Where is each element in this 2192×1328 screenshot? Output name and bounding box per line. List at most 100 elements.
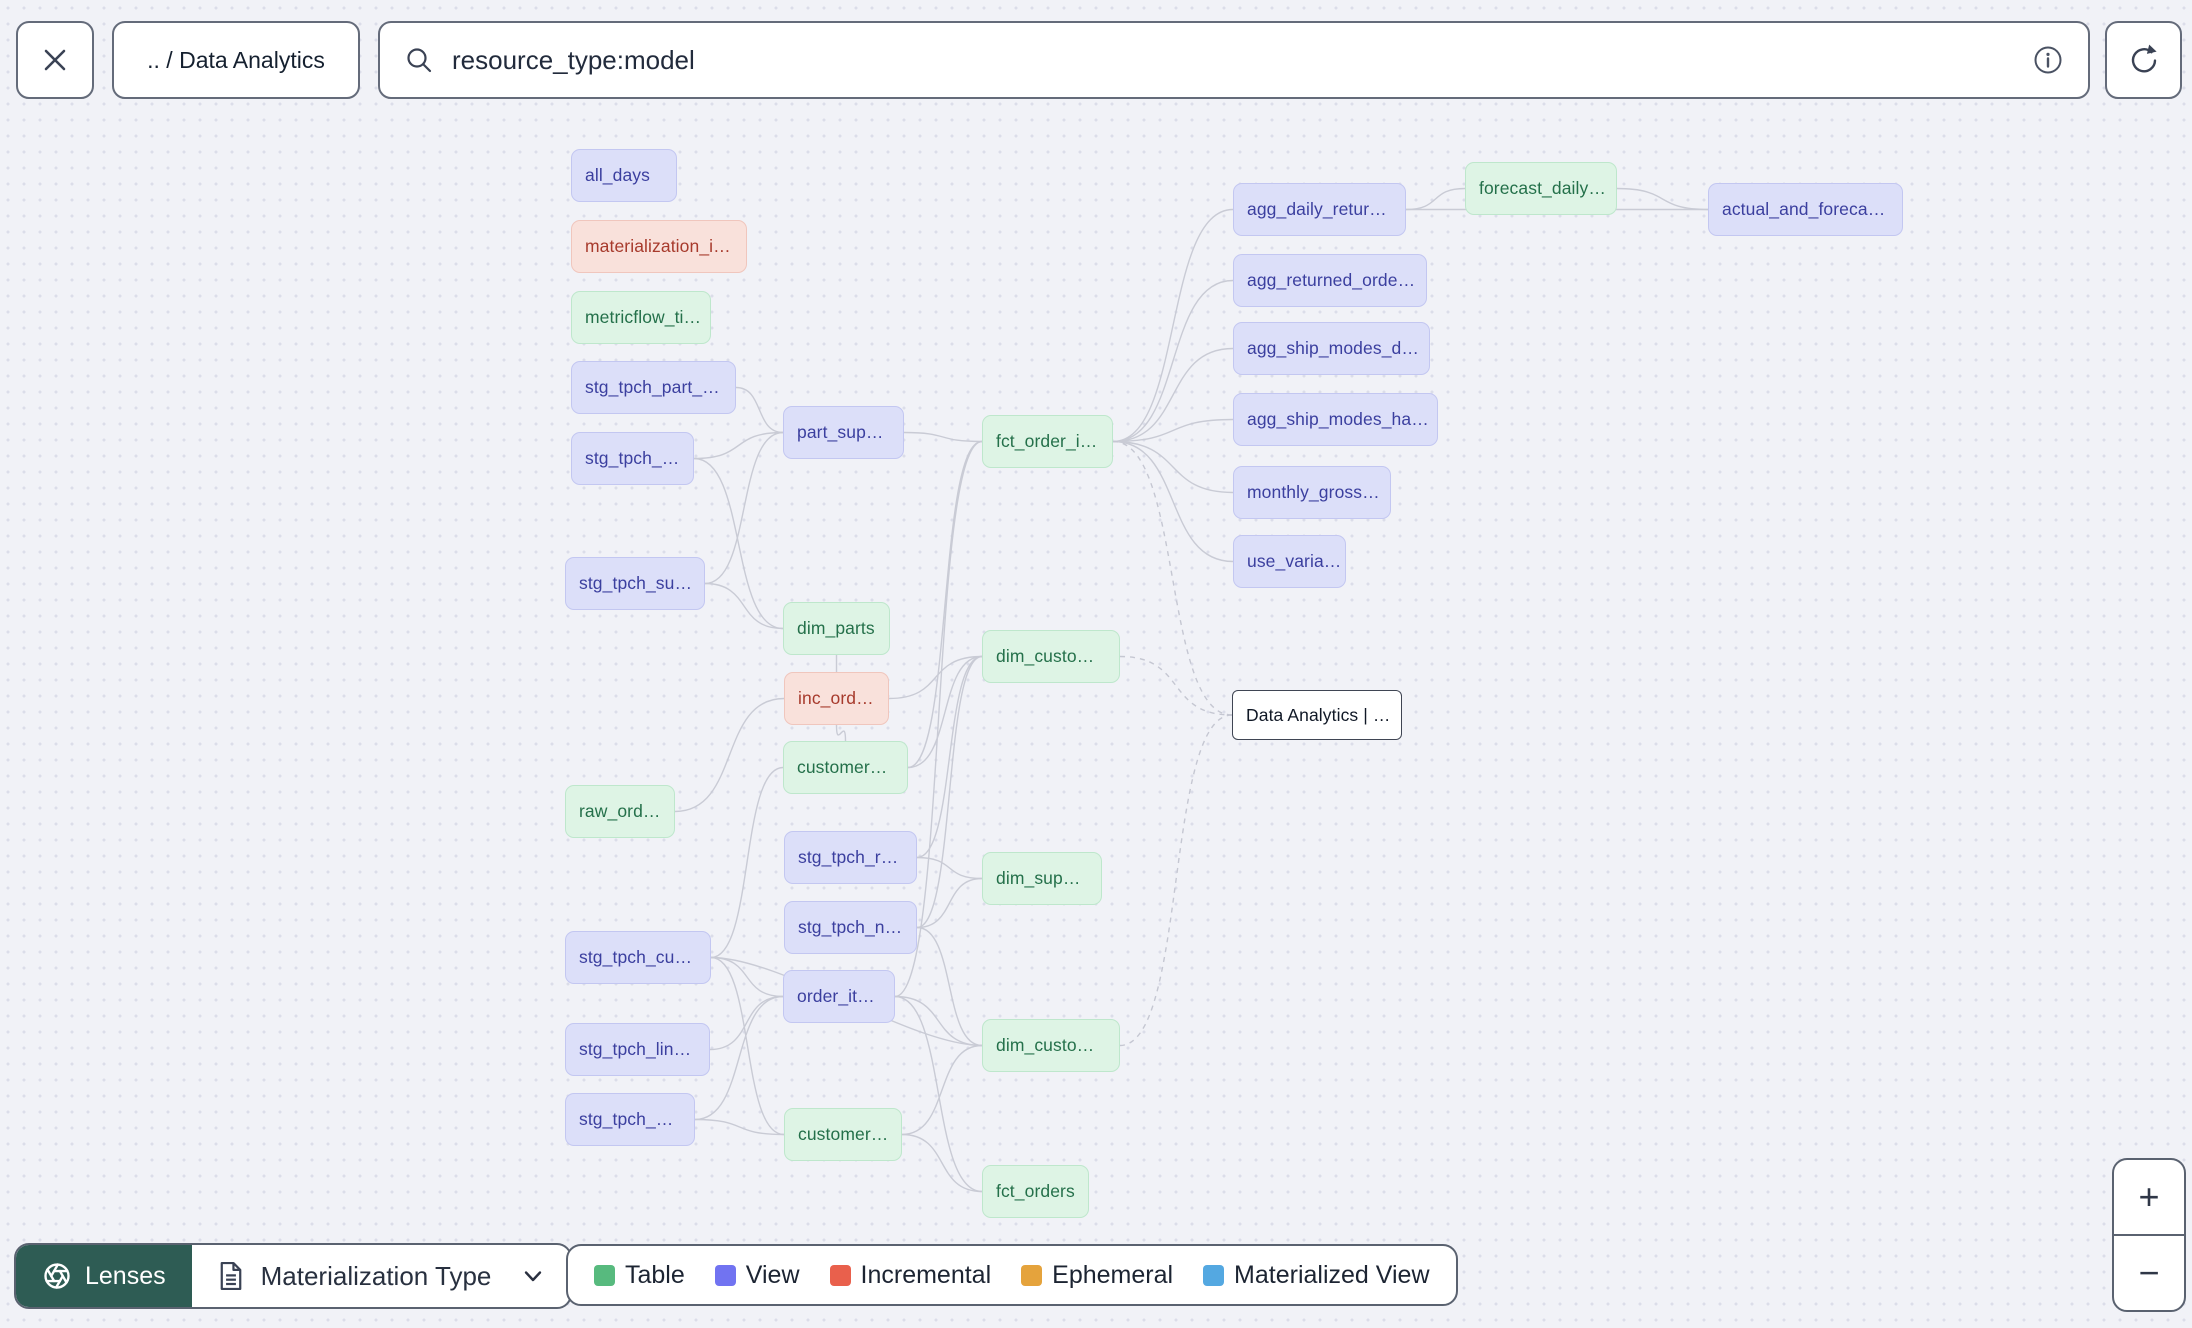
search-input[interactable] [450,43,2016,77]
graph-node-use_varia[interactable]: use_varia… [1233,535,1346,588]
graph-node-materialization_i[interactable]: materialization_i… [571,220,747,273]
graph-node-stg_tpch_n[interactable]: stg_tpch_n… [784,901,917,954]
materialization-legend: Table View Incremental Ephemeral Materialize… [566,1244,1458,1306]
lineage-edge-part_sup-fct_order_i [903,431,983,443]
graph-node-stg_tpch_2[interactable]: stg_tpch_… [565,1093,695,1146]
graph-node-stg_tpch_1[interactable]: stg_tpch_… [571,432,694,485]
lenses-control: Lenses Materialization Type [14,1243,573,1309]
graph-node-label: inc_ord… [798,688,874,708]
lineage-edge-fct_order_i-use_varia [1112,440,1234,563]
lineage-edge-stg_tpch_su-part_sup [704,431,784,585]
lineage-edge-customer_1-fct_order_i [907,440,983,769]
graph-node-monthly_gross[interactable]: monthly_gross… [1233,466,1391,519]
chevron-down-icon [525,1271,542,1282]
document-icon [220,1261,241,1291]
graph-node-agg_ship_modes_d[interactable]: agg_ship_modes_d… [1233,322,1430,375]
graph-node-label: dim_custo… [996,646,1095,666]
lineage-edge-stg_tpch_su-dim_parts [704,582,784,630]
legend-swatch [594,1264,615,1286]
graph-node-label: stg_tpch_lin… [579,1039,692,1059]
graph-node-actual_and_foreca[interactable]: actual_and_foreca… [1708,183,1903,236]
graph-node-dim_custo_1[interactable]: dim_custo… [982,630,1120,683]
graph-node-part_sup[interactable]: part_sup… [783,406,904,459]
info-icon[interactable] [2032,44,2064,76]
legend-item-materialized-view: Materialized View [1203,1261,1430,1290]
lineage-edge-agg_daily_retur-forecast_daily [1405,187,1466,211]
legend-item-view: View [714,1260,800,1290]
graph-node-agg_ship_modes_ha[interactable]: agg_ship_modes_ha… [1233,393,1438,446]
graph-node-raw_ord[interactable]: raw_ord… [565,785,675,838]
lineage-edge-customer_2-fct_orders [901,1133,983,1193]
graph-node-customer_2[interactable]: customer… [784,1108,902,1161]
lenses-button[interactable]: Lenses [16,1245,192,1307]
lineage-edge-order_it-fct_orders [894,995,983,1193]
graph-node-label: stg_tpch_part_… [585,377,720,397]
graph-node-label: customer… [797,757,888,777]
legend-label: Table [625,1260,685,1289]
graph-node-customer_1[interactable]: customer… [783,741,908,794]
breadcrumb[interactable]: .. / Data Analytics [112,21,360,99]
graph-node-stg_tpch_r[interactable]: stg_tpch_r… [784,831,917,884]
graph-node-label: dim_custo… [996,1035,1095,1055]
lenses-label: Lenses [85,1261,166,1290]
legend-swatch [1203,1264,1225,1286]
graph-node-fct_order_i[interactable]: fct_order_i… [982,415,1113,468]
graph-node-label: materialization_i… [585,236,731,256]
graph-node-label: actual_and_foreca… [1722,199,1886,219]
graph-node-agg_daily_retur[interactable]: agg_daily_retur… [1233,183,1406,236]
graph-node-label: metricflow_ti… [585,307,702,327]
graph-node-all_days[interactable]: all_days [571,149,677,202]
lineage-edge-dim_custo_1-data_analytics [1119,655,1233,716]
graph-node-inc_ord[interactable]: inc_ord… [784,672,889,725]
aperture-icon [44,1263,70,1289]
legend-item-table: Table [594,1261,685,1290]
refresh-button[interactable] [2105,21,2182,99]
graph-node-label: dim_sup… [996,868,1081,888]
search-icon [407,48,432,73]
graph-node-label: fct_order_i… [996,431,1098,451]
lineage-edge-forecast_daily-actual_and_foreca [1616,187,1709,211]
legend-swatch [1021,1264,1043,1286]
lineage-edge-customer_2-dim_custo_2 [901,1044,983,1136]
graph-node-label: Data Analytics | … [1246,704,1391,725]
lineage-edge-stg_tpch_cu-customer_2 [710,956,785,1136]
graph-node-dim_parts[interactable]: dim_parts [783,602,890,655]
graph-node-forecast_daily[interactable]: forecast_daily… [1465,162,1617,215]
zoom-control: + − [2112,1158,2186,1312]
graph-node-label: stg_tpch_r… [798,847,899,867]
lineage-edge-inc_ord-customer_1 [835,724,847,742]
graph-node-metricflow_ti[interactable]: metricflow_ti… [571,291,711,344]
legend-swatch [714,1264,736,1286]
graph-node-order_it[interactable]: order_it… [783,970,895,1023]
graph-node-stg_tpch_su[interactable]: stg_tpch_su… [565,557,705,610]
lens-dropdown[interactable]: Materialization Type [192,1245,571,1307]
lineage-edge-customer_1-dim_custo_1 [907,655,983,769]
legend-label: View [745,1260,800,1289]
graph-node-fct_orders[interactable]: fct_orders [982,1165,1089,1218]
graph-node-dim_custo_2[interactable]: dim_custo… [982,1019,1120,1072]
graph-node-label: use_varia… [1247,551,1342,571]
lineage-edge-stg_tpch_n-dim_custo_2 [916,926,983,1047]
zoom-out-button[interactable]: − [2114,1236,2184,1310]
graph-node-data_analytics[interactable]: Data Analytics | … [1232,690,1402,740]
graph-node-label: agg_daily_retur… [1247,199,1387,219]
graph-node-label: fct_orders [996,1181,1075,1201]
graph-node-label: stg_tpch_… [585,448,680,468]
graph-node-stg_tpch_cu[interactable]: stg_tpch_cu… [565,931,711,984]
lineage-edge-raw_ord-inc_ord [674,697,785,813]
lineage-edge-dim_custo_2-data_analytics [1119,714,1233,1047]
graph-node-label: stg_tpch_… [579,1109,674,1129]
legend-label: Ephemeral [1052,1260,1174,1289]
graph-node-stg_tpch_part[interactable]: stg_tpch_part_… [571,361,736,414]
close-button[interactable] [16,21,94,99]
legend-item-incremental: Incremental [829,1261,991,1290]
graph-node-label: order_it… [797,986,875,1006]
graph-node-stg_tpch_lin[interactable]: stg_tpch_lin… [565,1023,710,1076]
graph-node-label: dim_parts [797,618,875,638]
graph-node-dim_sup[interactable]: dim_sup… [982,852,1102,905]
lineage-edge-fct_order_i-agg_ship_modes_ha [1112,418,1234,443]
graph-node-agg_returned_orde[interactable]: agg_returned_orde… [1233,254,1427,307]
search-bar [378,21,2090,99]
refresh-icon [2131,44,2157,73]
zoom-in-button[interactable]: + [2114,1160,2184,1234]
